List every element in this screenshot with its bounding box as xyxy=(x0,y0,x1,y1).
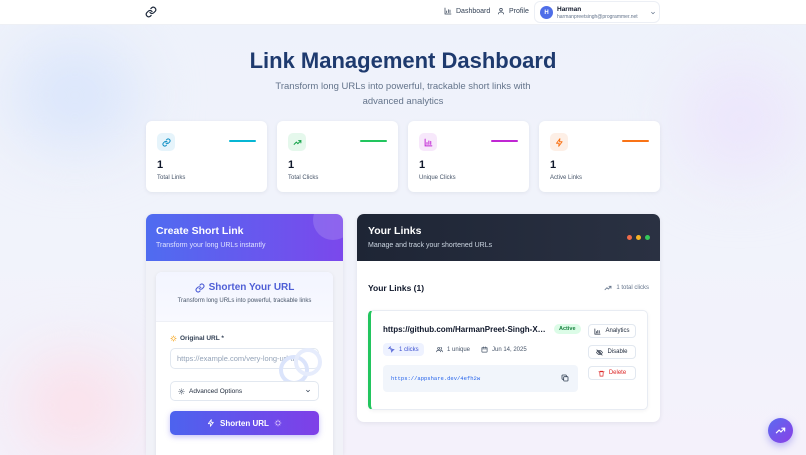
create-short-link-panel: Create Short Link Transform your long UR… xyxy=(146,214,343,455)
page-title: Link Management Dashboard xyxy=(249,48,557,73)
gear-icon xyxy=(178,388,185,394)
bar-chart-icon xyxy=(419,133,437,151)
nav-dashboard-label: Dashboard xyxy=(456,7,491,15)
short-url-box: https://appshare.dev/4efh2w xyxy=(383,365,578,392)
user-menu[interactable]: H Harman harmanpreetsingh@programmer.net xyxy=(534,1,660,23)
user-icon xyxy=(497,7,505,15)
stat-card-unique-clicks: 1 Unique Clicks xyxy=(408,121,529,192)
disable-button-label: Disable xyxy=(607,349,628,355)
sparkle-icon xyxy=(170,335,177,342)
users-icon xyxy=(436,346,443,353)
advanced-options-label: Advanced Options xyxy=(189,387,243,395)
shorten-card-title: Shorten Your URL xyxy=(156,282,333,293)
bar-chart-icon xyxy=(444,7,452,15)
link-unique-info: 1 unique xyxy=(436,343,470,356)
link-icon xyxy=(195,283,205,292)
stat-accent-bar xyxy=(229,140,256,142)
eye-off-icon xyxy=(596,349,604,355)
shorten-card-header: Shorten Your URL Transform long URLs int… xyxy=(156,272,333,322)
page-subtitle: Transform long URLs into powerful, track… xyxy=(275,81,531,107)
zap-icon xyxy=(550,133,568,151)
stat-label: Total Links xyxy=(157,175,186,181)
shorten-url-button-label: Shorten URL xyxy=(220,418,269,428)
your-links-panel: Your Links Manage and track your shorten… xyxy=(357,214,660,422)
link-date-text: Jun 14, 2025 xyxy=(492,346,527,353)
total-clicks-summary: 1 total clicks xyxy=(604,284,649,292)
link-item-card: https://github.com/HarmanPreet-Singh-XYT… xyxy=(368,310,648,410)
trending-up-icon xyxy=(604,285,612,291)
background-blob xyxy=(680,60,800,180)
stat-card-total-links: 1 Total Links xyxy=(146,121,267,192)
nav-profile-link[interactable]: Profile xyxy=(497,7,529,15)
stat-card-total-clicks: 1 Total Clicks xyxy=(277,121,398,192)
short-url[interactable]: https://appshare.dev/4efh2w xyxy=(391,375,480,382)
chevron-down-icon xyxy=(651,11,655,15)
stat-accent-bar xyxy=(622,140,649,142)
user-name: Harman xyxy=(557,6,582,13)
link-logo-icon[interactable] xyxy=(145,6,157,18)
status-badge: Active xyxy=(554,324,581,334)
trending-up-icon xyxy=(775,427,786,434)
bar-chart-icon xyxy=(595,328,601,334)
sparkle-icon xyxy=(274,419,282,427)
nav-dashboard-link[interactable]: Dashboard xyxy=(444,7,490,15)
background-blob xyxy=(20,355,130,455)
disable-button[interactable]: Disable xyxy=(588,345,636,359)
create-panel-title: Create Short Link xyxy=(156,225,244,237)
analytics-button-label: Analytics xyxy=(605,328,630,334)
chevron-down-icon xyxy=(306,389,310,393)
stat-value: 1 xyxy=(419,159,426,171)
advanced-options-toggle[interactable]: Advanced Options xyxy=(170,381,319,401)
original-url-label: Original URL * xyxy=(170,335,224,342)
shorten-url-card: Shorten Your URL Transform long URLs int… xyxy=(156,272,333,455)
links-panel-subtitle: Manage and track your shortened URLs xyxy=(368,242,493,249)
link-unique-text: 1 unique xyxy=(447,346,471,353)
create-panel-subtitle: Transform your long URLs instantly xyxy=(156,242,266,249)
decorative-circle xyxy=(313,214,343,240)
stat-label: Unique Clicks xyxy=(419,175,456,181)
top-navbar: Dashboard Profile H Harman harmanpreetsi… xyxy=(0,0,806,25)
original-url-label-text: Original URL * xyxy=(180,335,224,342)
stat-accent-bar xyxy=(491,140,518,142)
links-panel-header: Your Links Manage and track your shorten… xyxy=(357,214,660,261)
link-clicks-text: 1 clicks xyxy=(399,346,419,353)
total-clicks-text: 1 total clicks xyxy=(616,285,649,291)
stat-value: 1 xyxy=(157,159,164,171)
link-original-url[interactable]: https://github.com/HarmanPreet-Singh-XYT… xyxy=(383,325,548,334)
nav-profile-label: Profile xyxy=(509,7,529,15)
stat-value: 1 xyxy=(288,159,295,171)
link-clicks-chip: 1 clicks xyxy=(383,343,424,356)
window-dot-yellow xyxy=(636,235,641,240)
stat-card-active-links: 1 Active Links xyxy=(539,121,660,192)
zap-icon xyxy=(207,419,214,427)
copy-icon[interactable] xyxy=(561,374,569,382)
analytics-button[interactable]: Analytics xyxy=(588,324,636,338)
shorten-url-button[interactable]: Shorten URL xyxy=(170,411,319,435)
stat-value: 1 xyxy=(550,159,557,171)
window-dot-green xyxy=(645,235,650,240)
cursor-click-icon xyxy=(388,346,395,353)
original-url-input[interactable] xyxy=(170,348,319,369)
floating-analytics-button[interactable] xyxy=(768,418,793,443)
delete-button-label: Delete xyxy=(608,370,627,376)
stat-accent-bar xyxy=(360,140,387,142)
user-email: harmanpreetsingh@programmer.net xyxy=(557,14,638,20)
links-list-title: Your Links (1) xyxy=(368,283,425,293)
link-icon xyxy=(157,133,175,151)
trash-icon xyxy=(598,370,605,376)
window-dot-red xyxy=(627,235,632,240)
calendar-icon xyxy=(481,346,488,353)
avatar: H xyxy=(540,6,553,19)
shorten-card-subtitle: Transform long URLs into powerful, track… xyxy=(177,298,312,304)
stat-label: Total Clicks xyxy=(288,175,319,181)
delete-button[interactable]: Delete xyxy=(588,366,636,380)
create-panel-header: Create Short Link Transform your long UR… xyxy=(146,214,343,261)
stat-label: Active Links xyxy=(550,175,583,181)
links-panel-title: Your Links xyxy=(368,225,422,237)
trending-up-icon xyxy=(288,133,306,151)
link-date-info: Jun 14, 2025 xyxy=(481,343,527,356)
shorten-card-title-text: Shorten Your URL xyxy=(208,282,295,293)
